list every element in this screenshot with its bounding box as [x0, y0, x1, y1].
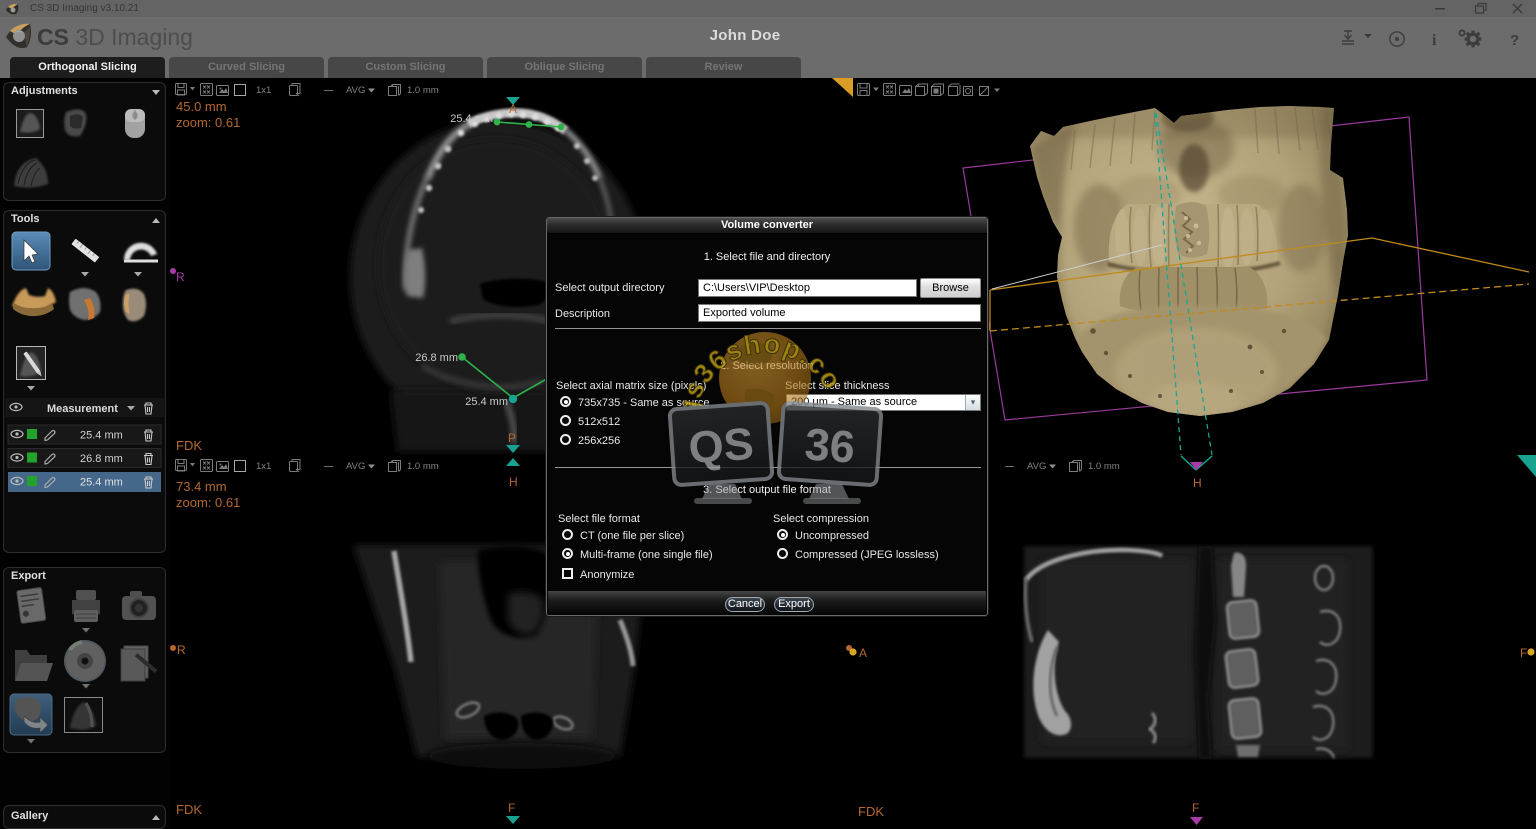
svg-text:zoom: 0.61: zoom: 0.61 — [176, 495, 240, 510]
svg-text:R: R — [176, 270, 185, 284]
svg-text:F: F — [508, 801, 515, 815]
svg-text:Measurement: Measurement — [47, 403, 118, 415]
svg-text:H: H — [1193, 476, 1202, 490]
svg-text:26.8 mm: 26.8 mm — [415, 352, 458, 364]
svg-text:FDK: FDK — [176, 438, 202, 453]
svg-text:25.4 mm: 25.4 mm — [80, 430, 123, 442]
svg-text:P: P — [508, 431, 516, 445]
svg-text:?: ? — [1510, 32, 1519, 49]
svg-text:26.8 mm: 26.8 mm — [80, 453, 123, 465]
svg-text:25.4 mm: 25.4 mm — [465, 396, 508, 408]
svg-text:F: F — [1192, 801, 1199, 815]
svg-text:i: i — [1432, 32, 1437, 49]
svg-text:A: A — [509, 102, 517, 116]
svg-text:FDK: FDK — [858, 804, 884, 819]
svg-text:25.4 mm: 25.4 mm — [450, 113, 493, 125]
svg-text:25.4 mm: 25.4 mm — [80, 477, 123, 489]
svg-text:H: H — [509, 475, 518, 489]
svg-text:F: F — [1520, 646, 1527, 660]
svg-text:R: R — [177, 643, 186, 657]
svg-text:FDK: FDK — [176, 802, 202, 817]
svg-text:73.4 mm: 73.4 mm — [176, 479, 227, 494]
svg-text:45.0 mm: 45.0 mm — [176, 99, 227, 114]
svg-text:zoom: 0.61: zoom: 0.61 — [176, 115, 240, 130]
svg-text:A: A — [859, 646, 867, 660]
